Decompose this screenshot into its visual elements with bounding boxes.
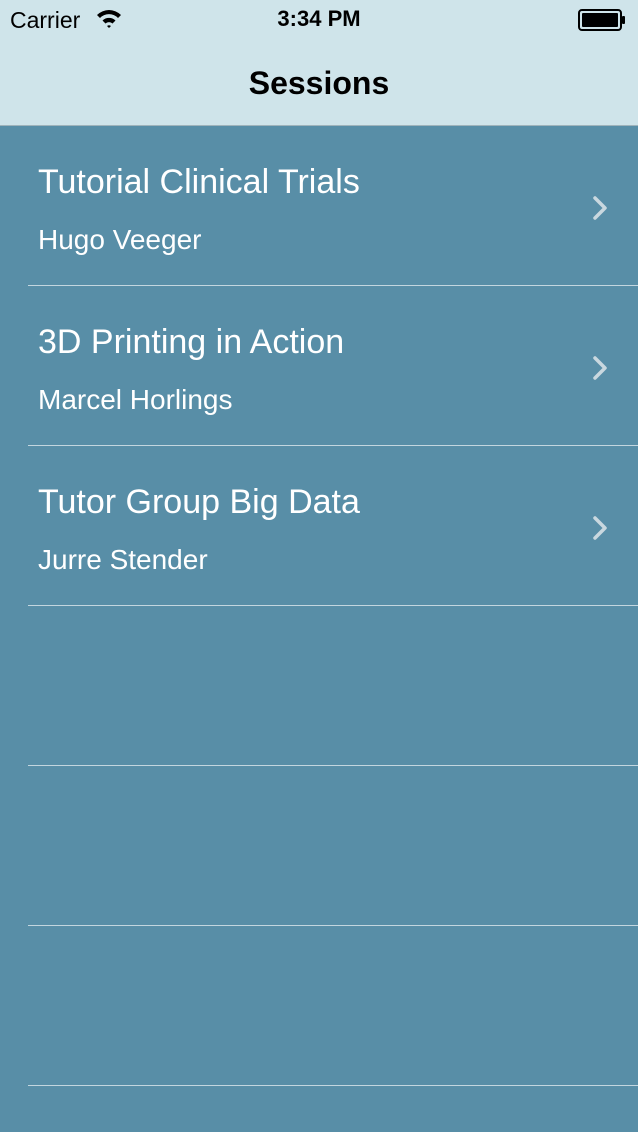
session-speaker: Marcel Horlings — [38, 384, 233, 415]
chevron-right-icon — [593, 196, 607, 220]
session-title: Tutorial Clinical Trials — [38, 163, 360, 201]
session-row[interactable]: Tutor Group Big Data Jurre Stender — [0, 446, 638, 606]
session-row[interactable]: Tutorial Clinical Trials Hugo Veeger — [0, 126, 638, 286]
chevron-right-icon — [593, 356, 607, 380]
session-row[interactable]: 3D Printing in Action Marcel Horlings — [0, 286, 638, 446]
row-separator — [28, 1085, 638, 1086]
status-bar: Carrier 3:34 PM — [0, 0, 638, 40]
session-speaker: Jurre Stender — [38, 544, 208, 575]
navigation-header: Carrier 3:34 PM Sessions — [0, 0, 638, 126]
empty-row — [0, 766, 638, 926]
chevron-right-icon — [593, 516, 607, 540]
empty-row — [0, 606, 638, 766]
session-title: Tutor Group Big Data — [38, 483, 360, 521]
page-title: Sessions — [248, 65, 390, 101]
empty-row — [0, 926, 638, 1086]
session-speaker: Hugo Veeger — [38, 224, 202, 255]
status-time: 3:34 PM — [277, 6, 361, 31]
session-title: 3D Printing in Action — [38, 323, 345, 361]
battery-icon — [578, 9, 625, 31]
sessions-list: Tutorial Clinical Trials Hugo Veeger 3D … — [0, 126, 638, 1086]
